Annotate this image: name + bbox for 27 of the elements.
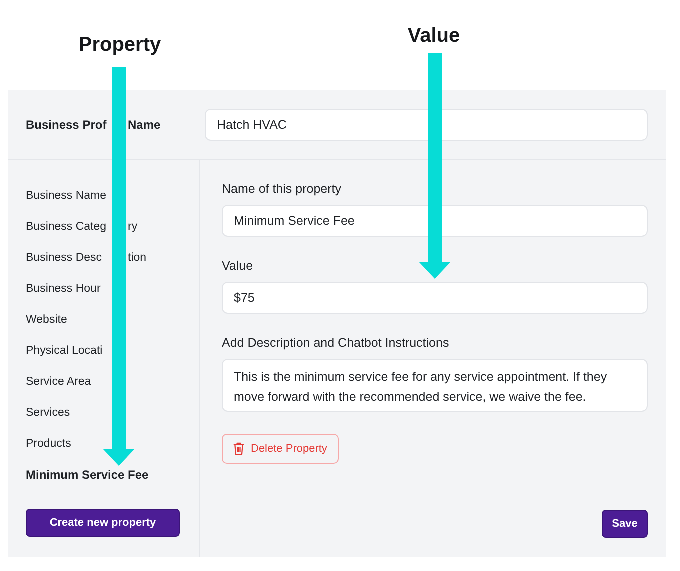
sidebar-item[interactable]: Business Hour <box>26 282 101 294</box>
sidebar-item[interactable]: Business Categ <box>26 220 107 232</box>
sidebar-item[interactable]: Service Area <box>26 376 92 388</box>
sidebar-item[interactable]: Products <box>26 438 72 450</box>
annotation-label: Property <box>78 33 162 57</box>
text-field[interactable]: Minimum Service Fee <box>222 205 648 237</box>
field-label: Add Description and Chatbot Instructions <box>222 336 450 350</box>
field-label: Business Prof <box>26 118 107 132</box>
save-button[interactable]: Save <box>602 510 648 538</box>
delete-property-button[interactable]: Delete Property <box>222 434 340 464</box>
text-field[interactable]: $75 <box>222 282 648 314</box>
sidebar-item[interactable]: Services <box>26 406 70 418</box>
sidebar-item[interactable]: Minimum Service Fee <box>26 468 149 482</box>
trash-icon <box>233 442 245 456</box>
annotation-label: Value <box>406 24 462 48</box>
sidebar-item[interactable]: Website <box>26 314 68 326</box>
field-label: Name of this property <box>222 182 342 196</box>
create-property-button[interactable]: Create new property <box>26 509 180 537</box>
sidebar-item[interactable]: Business Name <box>26 190 107 202</box>
sidebar-item[interactable]: tion <box>128 252 181 264</box>
field-label: Name <box>128 118 162 132</box>
sidebar-item[interactable]: ry <box>128 220 181 232</box>
sidebar-item[interactable]: Physical Locati <box>26 344 103 356</box>
field-label: Value <box>222 259 254 273</box>
sidebar-item[interactable]: Business Desc <box>26 252 102 264</box>
text-area[interactable]: This is the minimum service fee for any service appointment. If they move forward with the recommended service, we waive the fee. <box>222 359 648 412</box>
text-field[interactable]: Hatch HVAC <box>205 108 648 140</box>
